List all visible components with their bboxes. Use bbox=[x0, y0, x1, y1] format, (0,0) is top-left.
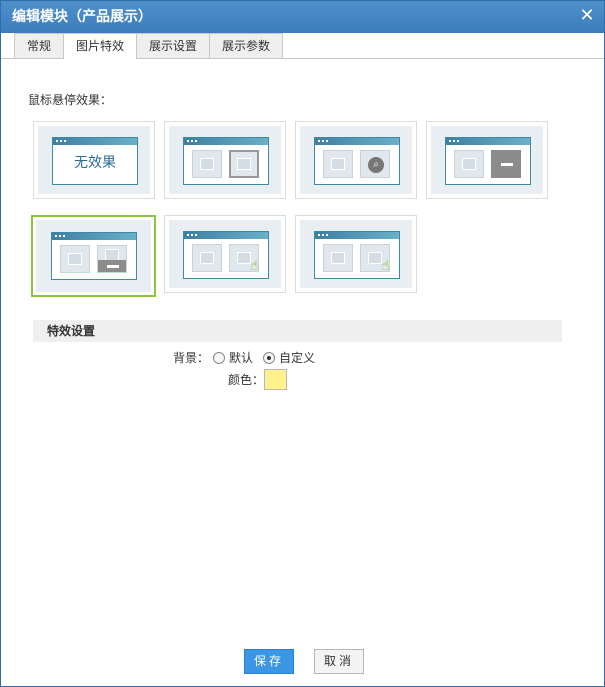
color-swatch[interactable] bbox=[264, 369, 288, 390]
tab-bar: 常规 图片特效 展示设置 展示参数 bbox=[1, 33, 604, 59]
bg-custom-radio[interactable] bbox=[263, 351, 276, 364]
tab-general[interactable]: 常规 bbox=[14, 33, 65, 58]
effect-option-overlay[interactable] bbox=[426, 121, 548, 199]
effect-option-none[interactable]: 无效果 bbox=[33, 121, 155, 199]
dialog-titlebar: 编辑模块（产品展示） ✕ bbox=[1, 1, 604, 33]
color-row: 颜色： bbox=[228, 369, 288, 390]
caption-bar-icon bbox=[97, 245, 127, 273]
no-effect-text: 无效果 bbox=[74, 155, 116, 171]
effect-option-hand-pointer[interactable]: ☝ bbox=[164, 215, 286, 293]
effect-option-zoom[interactable]: ⌕ bbox=[295, 121, 417, 199]
tab-display-params[interactable]: 展示参数 bbox=[209, 33, 284, 58]
hand-cursor-icon: ☝ bbox=[381, 258, 390, 274]
cancel-button[interactable]: 取消 bbox=[314, 649, 364, 674]
bg-custom-label[interactable]: 自定义 bbox=[279, 349, 315, 366]
image-icon bbox=[229, 150, 259, 178]
effect-option-border[interactable] bbox=[164, 121, 286, 199]
close-icon[interactable]: ✕ bbox=[578, 7, 596, 25]
effect-preview bbox=[183, 137, 269, 185]
background-row: 背景： 默认 自定义 bbox=[173, 349, 315, 366]
tab-image-effects[interactable]: 图片特效 bbox=[63, 33, 138, 59]
effect-preview bbox=[51, 232, 137, 280]
effect-preview: ⌕ bbox=[314, 137, 400, 185]
tab-content: 鼠标悬停效果： 无效果 ⌕ ☝ ☝ 特效设置 背景： 默认 自定义 颜色： 保存… bbox=[1, 59, 604, 687]
bg-default-label[interactable]: 默认 bbox=[229, 349, 253, 366]
magnifier-icon: ⌕ bbox=[360, 150, 390, 178]
overlay-icon bbox=[491, 150, 521, 178]
tab-display-settings[interactable]: 展示设置 bbox=[136, 33, 211, 58]
image-icon bbox=[192, 150, 222, 178]
effect-preview: ☝ bbox=[183, 231, 269, 279]
effect-preview bbox=[445, 137, 531, 185]
background-label: 背景： bbox=[173, 351, 210, 365]
image-icon bbox=[323, 244, 353, 272]
image-icon bbox=[60, 245, 90, 273]
bg-default-radio[interactable] bbox=[213, 351, 226, 364]
effect-preview: 无效果 bbox=[52, 137, 138, 185]
image-icon bbox=[454, 150, 484, 178]
hand-cursor-icon: ☝ bbox=[250, 258, 259, 274]
image-icon bbox=[323, 150, 353, 178]
effect-option-caption-bar[interactable] bbox=[31, 215, 156, 297]
effect-option-hand-pointer-alt[interactable]: ☝ bbox=[295, 215, 417, 293]
save-button[interactable]: 保存 bbox=[244, 649, 294, 674]
edit-module-dialog: 编辑模块（产品展示） ✕ 常规 图片特效 展示设置 展示参数 鼠标悬停效果： 无… bbox=[0, 0, 605, 687]
hover-effect-label: 鼠标悬停效果： bbox=[28, 93, 113, 107]
effect-preview: ☝ bbox=[314, 231, 400, 279]
image-icon bbox=[192, 244, 222, 272]
color-label: 颜色： bbox=[228, 373, 265, 387]
dialog-title: 编辑模块（产品展示） bbox=[12, 9, 152, 25]
effects-settings-heading: 特效设置 bbox=[33, 320, 562, 342]
